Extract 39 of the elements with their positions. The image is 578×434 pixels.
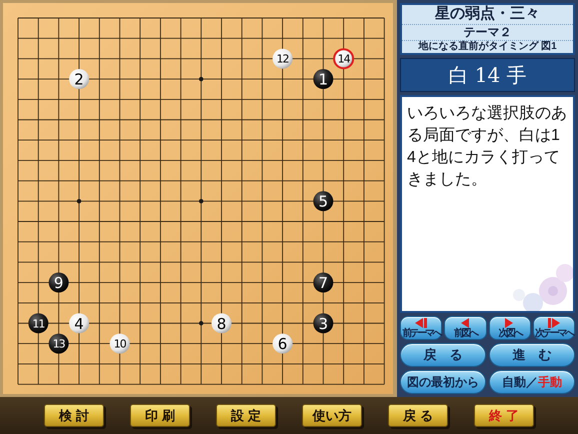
separator-text: ／ [526,374,538,391]
toolbar-button[interactable]: 戻 る [388,404,448,427]
go-stone: 13 [48,334,69,354]
go-stone: 11 [28,313,48,334]
theme-text: テーマ２ [402,24,573,41]
nav-button[interactable]: 前図へ [444,316,486,340]
back-arrow-icon [460,318,470,328]
skip-forward-icon [548,318,560,328]
go-stone: 12 [272,48,293,69]
comment-text: いろいろな選択肢のある局面ですが、白は14と地にカラく打ってきました。 [406,104,568,190]
mode-toggle[interactable]: 自動／手動 [489,370,575,394]
go-stone: 6 [272,334,293,354]
go-stone: 7 [313,272,334,293]
nav-button[interactable]: 前テーマへ [400,316,442,340]
toolbar-button[interactable]: 使い方 [302,404,362,427]
go-stone: 3 [313,313,334,334]
mode-option[interactable]: 自動 [502,373,526,391]
restart-button[interactable]: 図の最初から [400,370,486,394]
go-stone: 4 [69,313,90,334]
go-stone: 14 [333,48,354,70]
go-stone: 2 [69,69,90,90]
go-stone: 1 [313,69,334,90]
nav-button[interactable]: 次図へ [488,316,531,340]
toolbar-button[interactable]: 検 討 [44,404,104,427]
toolbar-button[interactable]: 設 定 [216,404,276,427]
back-button[interactable]: 戻 る [400,343,486,367]
move-header: 白 14 手 [400,58,575,92]
skip-back-icon [415,318,428,328]
go-stone: 9 [48,272,69,293]
toolbar-button[interactable]: 印 刷 [130,404,190,427]
go-stone: 8 [212,313,232,334]
go-board[interactable]: 12 14 2 1 5 9 7 11 4 8 3 13 10 6 [0,0,396,397]
subtitle-text: 地になる直前がタイミング 図1 [418,40,557,54]
play-arrow-icon [505,318,514,328]
go-stone: 5 [313,191,334,212]
forward-button[interactable]: 進 む [489,343,575,367]
title-text: 星の弱点・三々 [402,5,573,25]
nav-button[interactable]: 次テーマへ [532,316,575,340]
go-stone: 10 [110,334,130,354]
